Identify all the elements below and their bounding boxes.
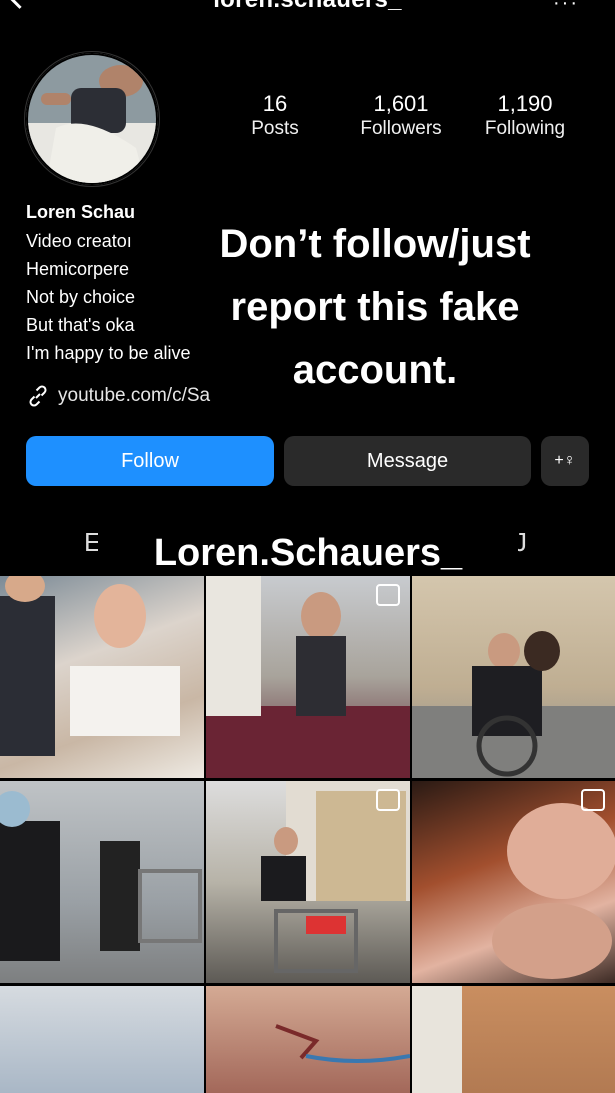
following-count: 1,190 [497, 91, 553, 116]
link-icon [29, 385, 47, 407]
post-image [206, 576, 410, 778]
followers-label: Followers [360, 118, 442, 139]
grid-post[interactable] [0, 986, 204, 1093]
message-button[interactable]: Message [284, 436, 531, 486]
profile-name: Loren Schau [26, 202, 136, 222]
post-image [261, 781, 410, 973]
carousel-icon [581, 789, 605, 811]
bio-line: Video creatoı [26, 231, 132, 251]
grid-post[interactable] [412, 576, 615, 778]
grid-post[interactable] [0, 781, 204, 983]
follow-button[interactable]: Follow [26, 436, 274, 486]
bio-line: Hemicorpere [26, 259, 130, 279]
post-image [275, 1024, 410, 1063]
avatar[interactable] [26, 53, 158, 185]
add-person-icon[interactable]: +♀ [541, 436, 589, 486]
grid-post[interactable] [206, 781, 410, 983]
caption-overlay: Loren.Schauers_ [98, 522, 518, 584]
top-bar: loren.schauers_ ··· [0, 0, 615, 14]
post-image [412, 631, 615, 778]
bio-line: But that's oka [26, 315, 135, 335]
grid-post[interactable] [412, 986, 615, 1093]
following-label: Following [484, 118, 566, 139]
carousel-icon [376, 584, 400, 606]
post-image [492, 803, 615, 979]
warning-overlay-text: Don’t follow/just report this fake accou… [219, 222, 531, 392]
reel-icon [376, 789, 400, 811]
posts-count: 16 [262, 91, 288, 116]
profile-username: loren.schauers_ [0, 0, 615, 14]
bio-line: Not by choice [26, 287, 136, 307]
more-options-icon[interactable]: ··· [553, 0, 579, 14]
stat-followers[interactable]: 1,601 Followers [346, 91, 456, 141]
post-image [0, 576, 180, 756]
posts-label: Posts [251, 118, 299, 139]
followers-count: 1,601 [373, 91, 429, 116]
stat-posts[interactable]: 16 Posts [235, 91, 315, 141]
avatar-photo [28, 55, 156, 183]
grid-post[interactable] [0, 576, 204, 778]
grid-post[interactable] [206, 576, 410, 778]
grid-post[interactable] [412, 781, 615, 983]
stat-following[interactable]: 1,190 Following [472, 91, 578, 141]
post-image [0, 791, 202, 961]
post-image [412, 986, 462, 1093]
grid-post[interactable] [206, 986, 410, 1093]
